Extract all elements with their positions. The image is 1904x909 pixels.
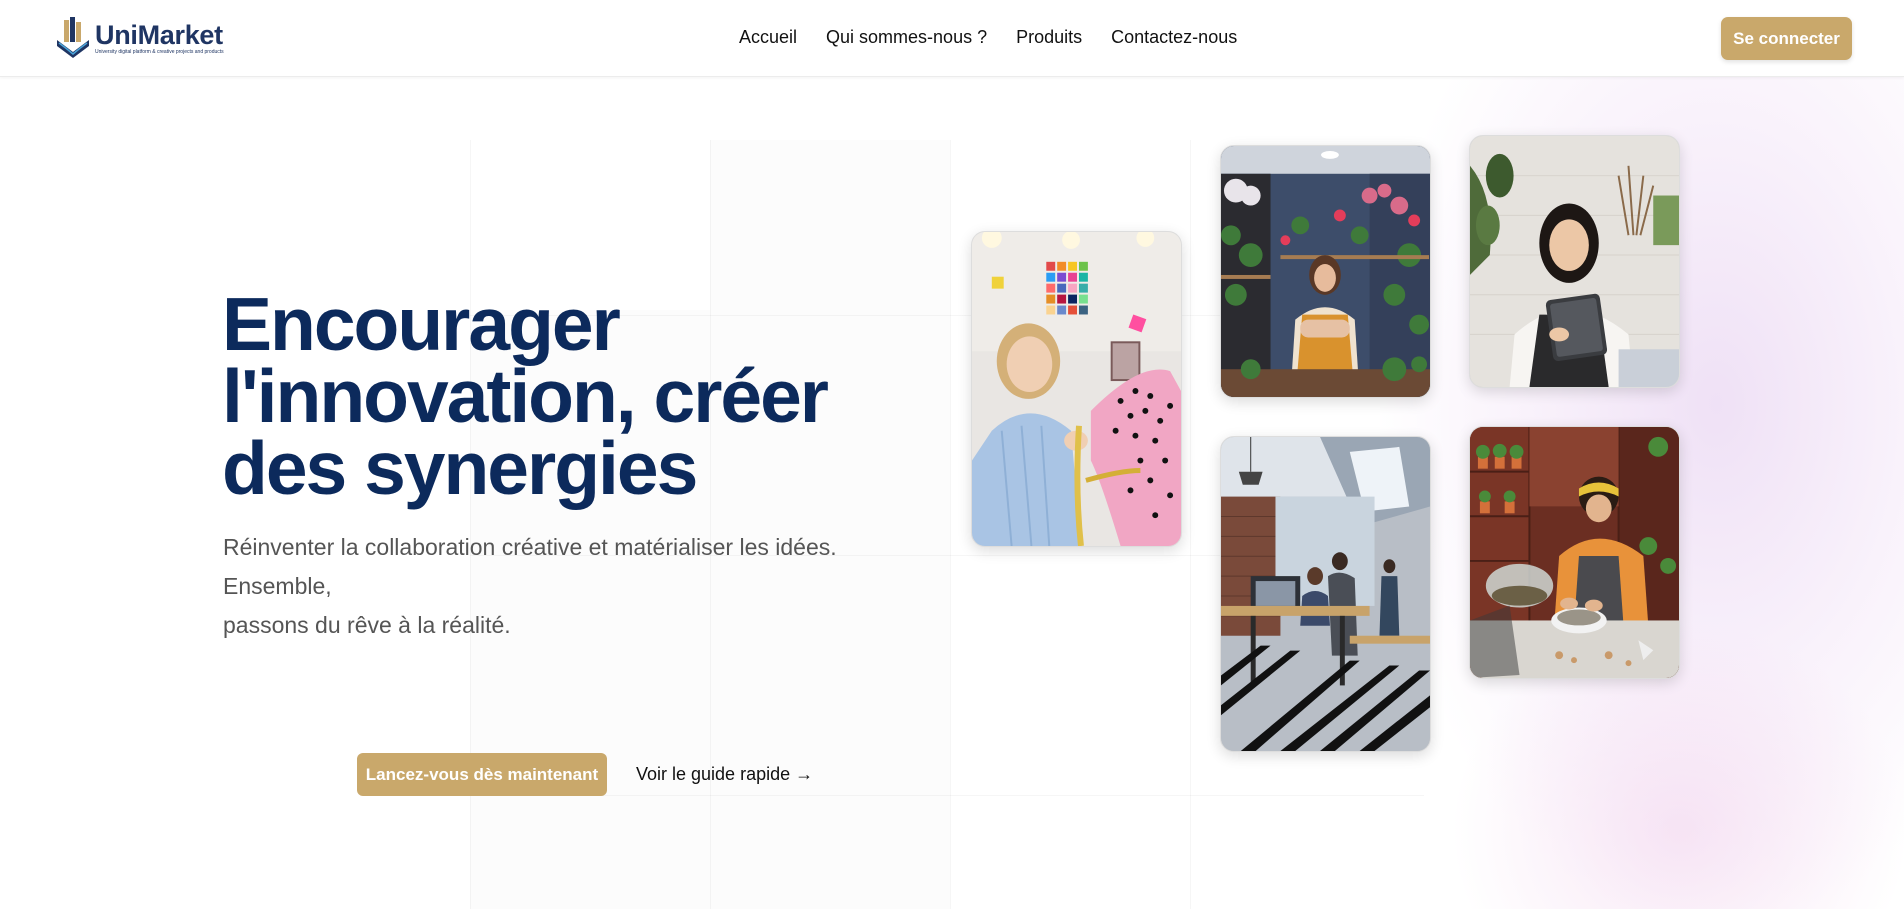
hero-title-line: Encourager bbox=[222, 282, 621, 366]
get-started-button[interactable]: Lancez-vous dès maintenant bbox=[357, 753, 607, 796]
hero-title-line: des synergies bbox=[222, 426, 698, 510]
brand-wordmark: UniMarket University digital platform & … bbox=[95, 21, 224, 55]
fashion-designer-photo bbox=[971, 231, 1182, 547]
hero-subtitle: Réinventer la collaboration créative et … bbox=[223, 528, 923, 645]
terrarium-artisan-photo bbox=[1469, 426, 1680, 679]
site-header: UniMarket University digital platform & … bbox=[0, 0, 1904, 77]
brand-logo[interactable]: UniMarket University digital platform & … bbox=[55, 16, 224, 60]
coworking-office-photo bbox=[1220, 436, 1431, 752]
nav-link-produits[interactable]: Produits bbox=[1016, 27, 1082, 48]
main-nav: Accueil Qui sommes-nous ? Produits Conta… bbox=[739, 27, 1237, 48]
background-grid-line bbox=[470, 795, 1424, 796]
brand-tagline: University digital platform & creative p… bbox=[95, 49, 224, 55]
brand-name: UniMarket bbox=[95, 20, 223, 50]
hero-subtitle-line: passons du rêve à la réalité. bbox=[223, 612, 511, 638]
background-grid-block bbox=[710, 140, 950, 909]
hero-subtitle-line: Réinventer la collaboration créative et … bbox=[223, 534, 837, 599]
florist-shop-photo bbox=[1220, 145, 1431, 398]
background-grid-line bbox=[710, 140, 711, 909]
login-button[interactable]: Se connecter bbox=[1721, 17, 1852, 60]
woman-with-tablet-photo bbox=[1469, 135, 1680, 388]
background-grid-line bbox=[950, 140, 951, 909]
nav-link-accueil[interactable]: Accueil bbox=[739, 27, 797, 48]
quick-guide-link[interactable]: Voir le guide rapide → bbox=[636, 764, 813, 785]
hero-title-line: l'innovation, créer bbox=[222, 354, 829, 438]
book-logo-icon bbox=[57, 17, 89, 58]
background-grid-line bbox=[1190, 140, 1191, 909]
hero-title: Encourager l'innovation, créer des syner… bbox=[222, 282, 942, 510]
nav-link-contactez-nous[interactable]: Contactez-nous bbox=[1111, 27, 1237, 48]
nav-link-qui-sommes-nous[interactable]: Qui sommes-nous ? bbox=[826, 27, 987, 48]
